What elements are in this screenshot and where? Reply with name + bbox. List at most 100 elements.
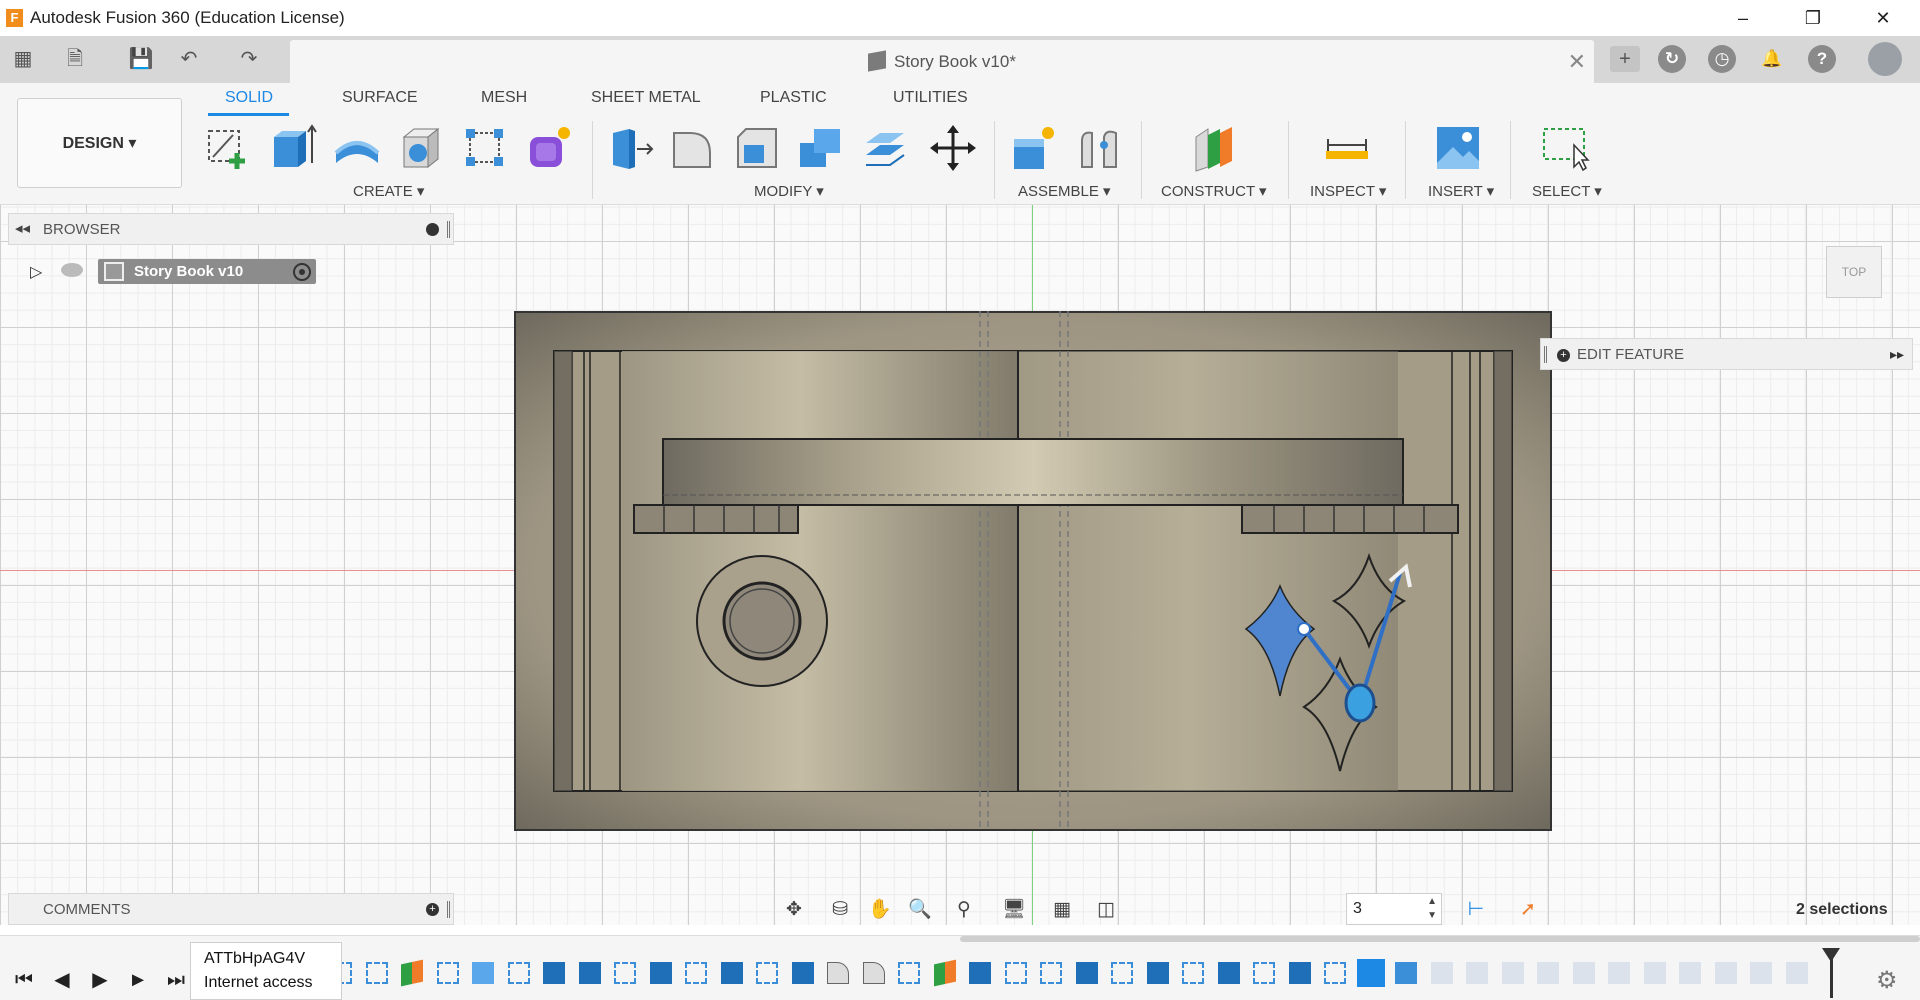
orbit-icon[interactable]: ✥	[780, 897, 808, 923]
revolve-icon[interactable]	[332, 123, 382, 173]
save-icon[interactable]: 💾	[128, 46, 154, 72]
browser-panel-header[interactable]: ◂◂ BROWSER	[8, 213, 454, 245]
visibility-eye-icon[interactable]	[61, 263, 83, 277]
go-to-end-icon[interactable]: ⏭	[162, 966, 190, 994]
timeline-feature-revolve-icon[interactable]	[472, 962, 494, 984]
create-sketch-icon[interactable]	[203, 123, 253, 173]
comments-panel-header[interactable]: COMMENTS +	[8, 893, 454, 925]
new-tab-icon[interactable]: +	[1610, 46, 1640, 72]
chamfer-icon[interactable]	[732, 123, 782, 173]
file-menu-icon[interactable]: 🗎	[62, 46, 88, 72]
timeline-feature-sketch-icon[interactable]	[365, 962, 388, 984]
timeline-feature-extrude-icon[interactable]	[649, 962, 672, 984]
timeline-feature-extrude-icon[interactable]	[791, 962, 814, 984]
timeline-feature-extrude-icon[interactable]	[1146, 962, 1169, 984]
collapse-browser-icon[interactable]: ◂◂	[15, 219, 30, 237]
tab-surface[interactable]: SURFACE	[342, 89, 418, 107]
timeline-feature-sketch-icon[interactable]	[1004, 962, 1027, 984]
timeline-feature-ghost-icon[interactable]	[1537, 962, 1559, 984]
align-sketch-icon[interactable]: ⊢	[1462, 897, 1490, 923]
grid-step-stepper[interactable]: 3 ▲ ▼	[1346, 893, 1442, 925]
timeline-feature-extrude-icon[interactable]	[1217, 962, 1240, 984]
tab-sheet-metal[interactable]: SHEET METAL	[591, 89, 701, 107]
go-to-start-icon[interactable]: ⏮	[10, 966, 38, 994]
edit-feature-panel[interactable]: + EDIT FEATURE ▸▸	[1540, 338, 1913, 370]
timeline-feature-extrude-icon[interactable]	[969, 962, 991, 984]
design-canvas[interactable]	[0, 205, 1920, 925]
timeline-feature-pattern-icon[interactable]	[1395, 962, 1417, 984]
timeline-feature-ghost-icon[interactable]	[1608, 962, 1630, 984]
step-forward-icon[interactable]: ►	[124, 966, 152, 994]
press-pull-icon[interactable]	[605, 123, 655, 173]
timeline-feature-ghost-icon[interactable]	[1501, 962, 1524, 984]
timeline-feature-sketch-icon[interactable]	[1111, 962, 1133, 984]
timeline-feature-ghost-icon[interactable]	[1572, 962, 1595, 984]
timeline-feature-fillet-icon[interactable]	[827, 962, 849, 984]
timeline-feature-extrude-icon[interactable]	[1075, 962, 1098, 984]
move-copy-icon[interactable]	[928, 123, 978, 173]
timeline-feature-sketch-icon[interactable]	[614, 962, 636, 984]
play-icon[interactable]: ▶	[86, 966, 114, 994]
add-comment-icon[interactable]: +	[426, 903, 439, 916]
viewports-icon[interactable]: ◫	[1092, 897, 1120, 923]
timeline-feature-ghost-icon[interactable]	[1714, 962, 1737, 984]
timeline-feature-extrude-icon[interactable]	[578, 962, 601, 984]
insert-menu[interactable]: INSERT ▾	[1428, 182, 1494, 200]
stepper-arrows-icon[interactable]: ▲ ▼	[1427, 895, 1437, 923]
timeline-feature-sketch-icon[interactable]	[756, 962, 778, 984]
combine-icon[interactable]	[796, 123, 846, 173]
job-status-icon[interactable]: ◷	[1708, 45, 1736, 73]
minimize-button[interactable]: –	[1720, 4, 1766, 32]
timeline-feature-ghost-icon[interactable]	[1643, 962, 1666, 984]
extensions-icon[interactable]: ↻	[1658, 45, 1686, 73]
timeline-feature-ghost-icon[interactable]	[1679, 962, 1701, 984]
create-form-icon[interactable]	[524, 123, 574, 173]
timeline-feature-ghost-icon[interactable]	[1430, 962, 1453, 984]
fit-icon[interactable]: ⚲	[950, 897, 978, 923]
browser-root-item[interactable]: ▷ Story Book v10	[28, 258, 328, 286]
inspect-menu[interactable]: INSPECT ▾	[1310, 182, 1386, 200]
rectangular-pattern-icon[interactable]	[460, 123, 510, 173]
fillet-icon[interactable]	[668, 123, 718, 173]
timeline-feature-sketch-icon[interactable]	[1040, 962, 1062, 984]
expand-arrow-icon[interactable]: ▷	[30, 262, 42, 282]
timeline-feature-ghost-icon[interactable]	[1750, 962, 1772, 984]
insert-image-icon[interactable]	[1433, 123, 1483, 173]
assemble-menu[interactable]: ASSEMBLE ▾	[1018, 182, 1111, 200]
timeline-settings-icon[interactable]: ⚙	[1876, 966, 1898, 995]
root-component[interactable]: Story Book v10	[98, 259, 316, 284]
restore-button[interactable]: ❐	[1790, 4, 1836, 32]
tab-mesh[interactable]: MESH	[481, 89, 527, 107]
timeline-feature-sketch-icon[interactable]	[685, 962, 707, 984]
create-menu[interactable]: CREATE ▾	[353, 182, 424, 200]
tab-utilities[interactable]: UTILITIES	[893, 89, 968, 107]
expand-panel-icon[interactable]: +	[1557, 349, 1570, 362]
apps-grid-icon[interactable]: ▦	[10, 46, 36, 72]
timeline-feature-sketch-icon[interactable]	[1356, 959, 1385, 987]
timeline-feature-sketch-icon[interactable]	[898, 962, 920, 984]
timeline-feature-sketch-icon[interactable]	[1253, 962, 1275, 984]
look-at-icon[interactable]: ⛁	[826, 897, 854, 923]
help-icon[interactable]: ?	[1808, 45, 1836, 73]
timeline-feature-extrude-icon[interactable]	[1288, 962, 1311, 984]
timeline-feature-ghost-icon[interactable]	[1785, 962, 1808, 984]
model-view[interactable]	[514, 311, 1552, 833]
pin-icon[interactable]: ➚	[1514, 897, 1542, 923]
offset-face-icon[interactable]	[860, 123, 910, 173]
timeline-feature-plane-icon[interactable]	[933, 959, 956, 987]
timeline-scrollbar[interactable]	[960, 936, 1920, 942]
offset-plane-icon[interactable]	[1190, 123, 1240, 173]
workspace-switcher-button[interactable]: DESIGN ▾	[17, 98, 182, 188]
timeline-feature-extrude-icon[interactable]	[720, 962, 743, 984]
close-window-button[interactable]: ✕	[1860, 4, 1906, 32]
display-settings-icon[interactable]: 🖥	[1000, 897, 1028, 923]
step-back-icon[interactable]: ◀	[48, 966, 76, 994]
timeline-feature-sketch-icon[interactable]	[436, 962, 459, 984]
fast-forward-icon[interactable]: ▸▸	[1890, 346, 1904, 363]
new-component-icon[interactable]	[1010, 123, 1060, 173]
close-tab-icon[interactable]: ✕	[1568, 49, 1586, 75]
timeline-marker[interactable]	[1822, 948, 1840, 998]
activate-radio-icon[interactable]	[293, 263, 311, 281]
timeline-feature-ghost-icon[interactable]	[1466, 962, 1488, 984]
redo-icon[interactable]: ↷	[236, 46, 262, 72]
